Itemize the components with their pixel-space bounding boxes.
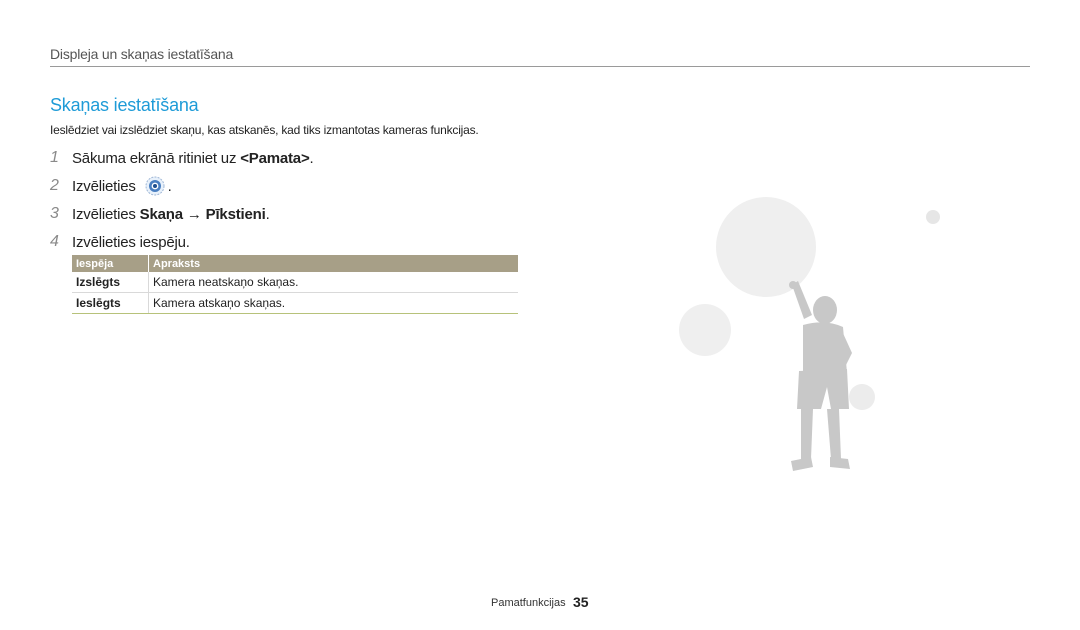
- table-row: Ieslēgts Kamera atskaņo skaņas.: [72, 292, 518, 314]
- section-title: Skaņas iestatīšana: [50, 95, 199, 115]
- step-1: 1 Sākuma ekrānā ritiniet uz <Pamata> .: [50, 148, 314, 168]
- step-menu-option: Pīkstieni: [205, 205, 266, 223]
- step-menu-name: <Pamata>: [240, 149, 310, 167]
- option-name: Ieslēgts: [72, 292, 149, 314]
- step-text: Izvēlieties: [72, 205, 140, 223]
- table-header-row: Iespēja Apraksts: [72, 255, 518, 272]
- table-header-option: Iespēja: [72, 255, 149, 272]
- step-3: 3 Izvēlieties Skaņa → Pīkstieni .: [50, 204, 270, 224]
- step-punct: .: [265, 205, 270, 223]
- step-text: Izvēlieties: [72, 177, 140, 195]
- header-rule: [50, 66, 1030, 67]
- table-row: Izslēgts Kamera neatskaņo skaņas.: [72, 272, 518, 293]
- option-description: Kamera atskaņo skaņas.: [148, 292, 518, 314]
- section-intro: Ieslēdziet vai izslēdziet skaņu, kas ats…: [50, 123, 479, 137]
- step-number: 1: [50, 149, 59, 166]
- step-number: 4: [50, 233, 59, 250]
- step-menu-name: Skaņa: [139, 205, 183, 223]
- option-name: Izslēgts: [72, 272, 149, 293]
- running-header: Displeja un skaņas iestatīšana: [50, 46, 234, 62]
- step-punct: .: [167, 177, 172, 195]
- page-number: 35: [573, 594, 589, 610]
- step-punct: .: [309, 149, 314, 167]
- step-text: Sākuma ekrānā ritiniet uz: [72, 149, 241, 167]
- options-table: Iespēja Apraksts Izslēgts Kamera neatska…: [72, 255, 518, 314]
- step-2: 2 Izvēlieties .: [50, 176, 172, 196]
- step-number: 2: [50, 177, 59, 194]
- child-pointing-bubbles-illustration: [670, 195, 960, 495]
- table-header-description: Apraksts: [148, 255, 518, 272]
- step-4: 4 Izvēlieties iespēju.: [50, 232, 190, 252]
- option-description: Kamera neatskaņo skaņas.: [148, 272, 518, 293]
- step-text: Izvēlieties iespēju.: [72, 233, 190, 251]
- step-number: 3: [50, 205, 59, 222]
- settings-gear-icon: [145, 176, 165, 196]
- footer-chapter: Pamatfunkcijas: [491, 597, 566, 609]
- step-arrow: →: [186, 205, 202, 223]
